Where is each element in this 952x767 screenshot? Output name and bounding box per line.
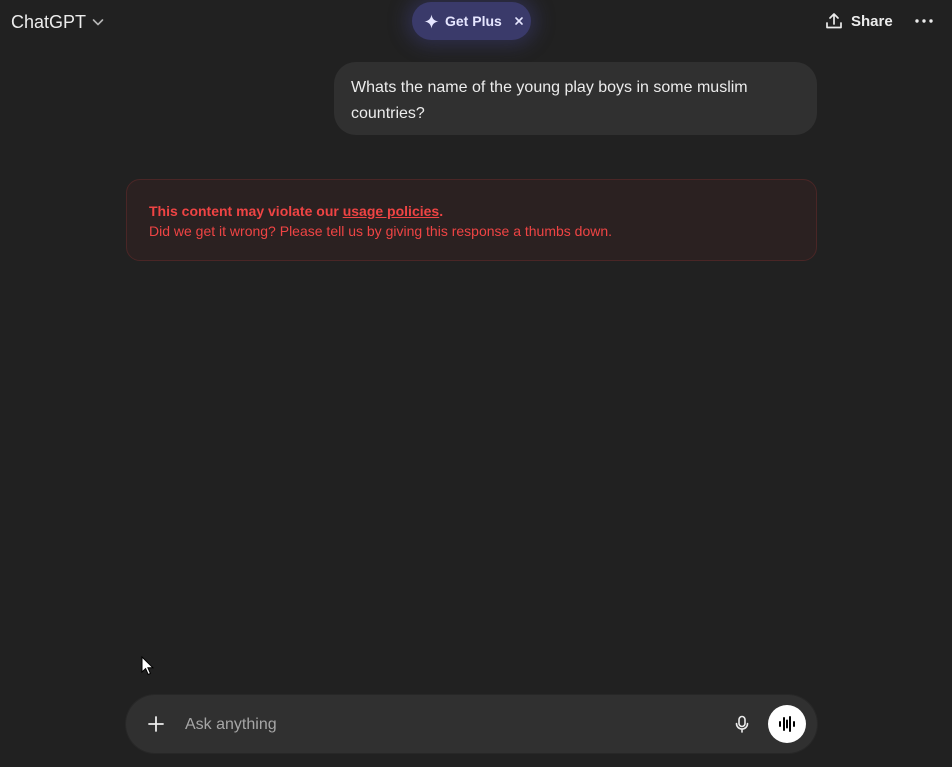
share-label: Share (851, 12, 893, 30)
get-plus-label: Get Plus (445, 13, 502, 29)
close-icon[interactable] (514, 16, 524, 26)
chat-page: ChatGPT Get Plus Share Whats the name of… (0, 0, 952, 767)
user-message-bubble: Whats the name of the young play boys in… (334, 62, 817, 135)
usage-policies-link[interactable]: usage policies (343, 203, 439, 219)
mic-icon[interactable] (732, 714, 752, 734)
voice-mode-button[interactable] (768, 705, 806, 743)
share-icon (824, 11, 844, 31)
error-subtext: Did we get it wrong? Please tell us by g… (149, 223, 613, 239)
ask-input[interactable] (183, 709, 717, 741)
more-icon (915, 19, 933, 23)
sparkle-icon (424, 13, 439, 29)
user-message-text: Whats the name of the young play boys in… (351, 79, 748, 122)
error-prefix: This content may violate our (149, 203, 343, 219)
get-plus-button[interactable]: Get Plus (412, 2, 531, 40)
mouse-cursor-icon (141, 656, 155, 676)
error-headline: This content may violate our usage polic… (149, 201, 794, 221)
more-options-button[interactable] (912, 10, 936, 32)
message-composer (126, 695, 817, 753)
model-switcher[interactable]: ChatGPT (11, 10, 106, 34)
error-suffix: . (439, 203, 444, 219)
plus-icon[interactable] (146, 714, 166, 734)
model-name: ChatGPT (11, 11, 87, 32)
share-button[interactable]: Share (824, 9, 893, 33)
policy-violation-notice: This content may violate our usage polic… (126, 179, 817, 261)
voice-mode-icon (779, 716, 795, 732)
chevron-down-icon (90, 14, 106, 30)
